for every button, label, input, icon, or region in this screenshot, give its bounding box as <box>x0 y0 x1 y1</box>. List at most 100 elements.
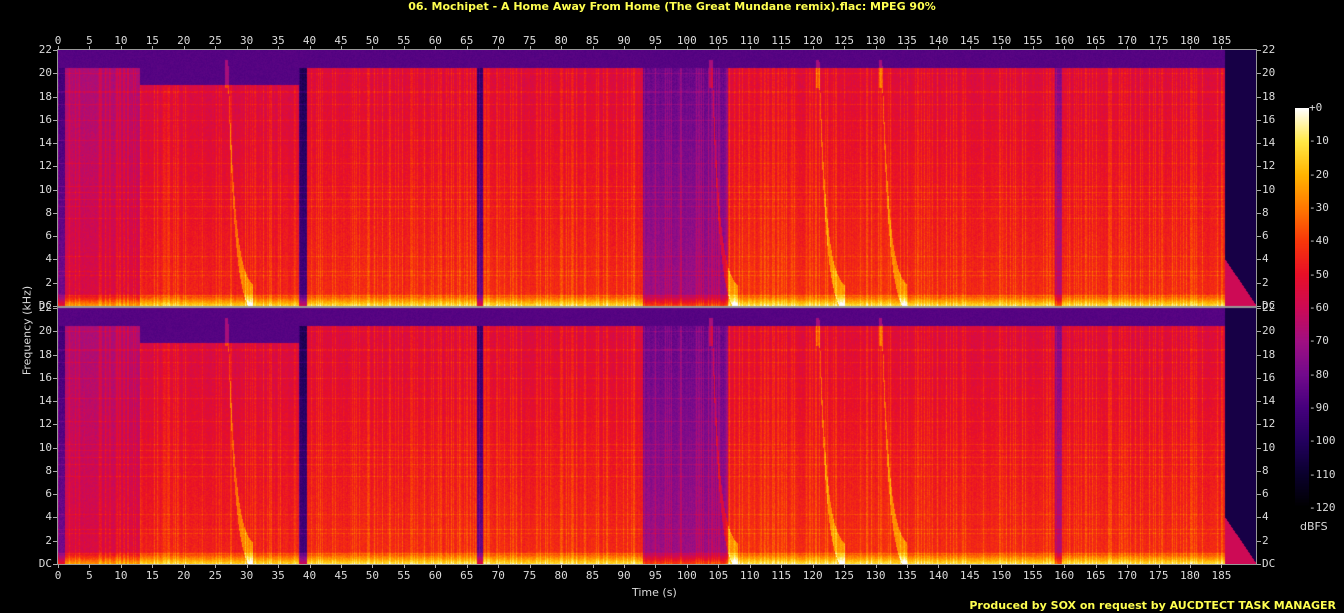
colorbar-tick-label: -100 <box>1309 434 1336 448</box>
x-tick-label-bottom: 150 <box>991 569 1012 582</box>
x-tick-mark <box>435 564 437 568</box>
y-tick-mark <box>53 377 57 379</box>
y-tick-label-right: 6 <box>1262 229 1269 243</box>
x-tick-mark <box>372 564 374 568</box>
y-tick-label-right: 18 <box>1262 89 1276 103</box>
colorbar-tick-label: -30 <box>1309 201 1329 214</box>
y-tick-label-right: 12 <box>1262 159 1276 173</box>
x-tick-mark <box>592 46 594 50</box>
x-tick-mark <box>403 46 405 50</box>
x-tick-label-bottom: 115 <box>771 569 792 582</box>
colorbar-tick-label: -70 <box>1309 334 1329 348</box>
x-tick-label-bottom: 155 <box>1022 569 1043 582</box>
y-tick-label-left: 16 <box>38 112 52 126</box>
y-tick-label-left: DC <box>38 557 52 570</box>
y-tick-mark <box>53 259 57 261</box>
y-tick-label-right: 22 <box>1262 43 1276 56</box>
x-tick-mark <box>655 46 657 50</box>
x-tick-mark <box>749 564 751 568</box>
y-tick-mark <box>1257 401 1261 403</box>
colorbar-tick-label: +0 <box>1309 101 1323 114</box>
y-tick-mark <box>53 517 57 519</box>
y-tick-mark <box>1257 189 1261 191</box>
y-tick-label-left: 22 <box>38 43 52 56</box>
x-tick-label-bottom: 175 <box>1148 569 1169 582</box>
y-tick-mark <box>53 50 57 51</box>
y-tick-label-right: 2 <box>1262 275 1269 289</box>
colorbar-tick-label: -80 <box>1309 367 1329 381</box>
x-tick-mark <box>309 46 311 50</box>
x-tick-mark <box>875 564 877 568</box>
x-tick-mark <box>498 564 500 568</box>
y-tick-mark <box>1257 166 1261 168</box>
y-tick-label-right: 22 <box>1262 301 1276 314</box>
y-tick-mark <box>53 354 57 356</box>
y-tick-label-left: 8 <box>45 463 52 477</box>
x-tick-label-bottom: 75 <box>523 569 537 582</box>
x-tick-mark <box>781 46 783 50</box>
x-tick-mark <box>1095 564 1097 568</box>
x-tick-mark <box>89 46 91 50</box>
y-tick-label-left: 6 <box>45 487 52 501</box>
y-tick-mark <box>1257 119 1261 121</box>
y-tick-label-right: 10 <box>1262 182 1276 196</box>
y-tick-label-right: 4 <box>1262 510 1269 524</box>
x-tick-mark <box>906 564 908 568</box>
y-tick-label-left: 10 <box>38 440 52 454</box>
x-tick-label-bottom: 90 <box>617 569 631 582</box>
y-tick-mark <box>53 73 57 75</box>
x-tick-mark <box>718 46 720 50</box>
y-tick-mark <box>53 306 57 307</box>
x-tick-label-bottom: 140 <box>928 569 949 582</box>
x-tick-mark <box>1158 564 1160 568</box>
y-tick-mark <box>53 447 57 449</box>
colorbar-tick-label: -90 <box>1309 401 1329 414</box>
y-tick-label-right: 20 <box>1262 66 1276 80</box>
y-tick-label-left: 20 <box>38 66 52 80</box>
y-tick-mark <box>53 166 57 168</box>
x-tick-mark <box>89 564 91 568</box>
y-tick-label-left: 12 <box>38 417 52 431</box>
x-tick-mark <box>623 46 625 50</box>
y-tick-label-left: 2 <box>45 533 52 547</box>
x-tick-label-bottom: 110 <box>739 569 760 582</box>
x-tick-mark <box>686 564 688 568</box>
y-tick-label-left: 4 <box>45 252 52 266</box>
x-tick-mark <box>812 46 814 50</box>
x-tick-label-bottom: 50 <box>365 569 380 582</box>
x-tick-mark <box>58 46 59 50</box>
y-tick-mark <box>1257 331 1261 333</box>
y-tick-mark <box>53 96 57 98</box>
x-tick-label-bottom: 85 <box>585 569 600 582</box>
y-tick-mark <box>1257 236 1261 238</box>
x-tick-label-bottom: 60 <box>428 569 442 582</box>
y-tick-mark <box>1257 73 1261 75</box>
x-tick-mark <box>1064 46 1066 50</box>
y-tick-mark <box>1257 212 1261 214</box>
y-tick-label-left: 14 <box>38 136 52 150</box>
y-tick-label-right: 16 <box>1262 370 1276 384</box>
x-tick-mark <box>1221 46 1223 50</box>
x-tick-label-bottom: 80 <box>554 569 568 582</box>
colorbar <box>1295 108 1309 508</box>
x-tick-label-bottom: 125 <box>834 569 855 582</box>
x-tick-mark <box>435 46 437 50</box>
y-tick-mark <box>1257 143 1261 145</box>
x-tick-label-bottom: 145 <box>959 569 980 582</box>
y-tick-mark <box>1257 96 1261 98</box>
x-tick-label-bottom: 165 <box>1085 569 1106 582</box>
x-tick-mark <box>749 46 751 50</box>
y-tick-mark <box>53 189 57 191</box>
x-tick-mark <box>278 564 280 568</box>
y-tick-label-left: 12 <box>38 159 52 173</box>
x-tick-label-bottom: 100 <box>676 569 697 582</box>
x-tick-mark <box>561 46 563 50</box>
y-tick-label-right: 20 <box>1262 324 1276 338</box>
x-axis-label: Time (s) <box>632 586 677 599</box>
x-tick-label-bottom: 180 <box>1180 569 1200 582</box>
y-tick-mark <box>53 331 57 333</box>
x-tick-mark <box>246 564 248 568</box>
y-tick-mark <box>53 236 57 238</box>
x-tick-mark <box>466 46 468 50</box>
x-tick-mark <box>906 46 908 50</box>
